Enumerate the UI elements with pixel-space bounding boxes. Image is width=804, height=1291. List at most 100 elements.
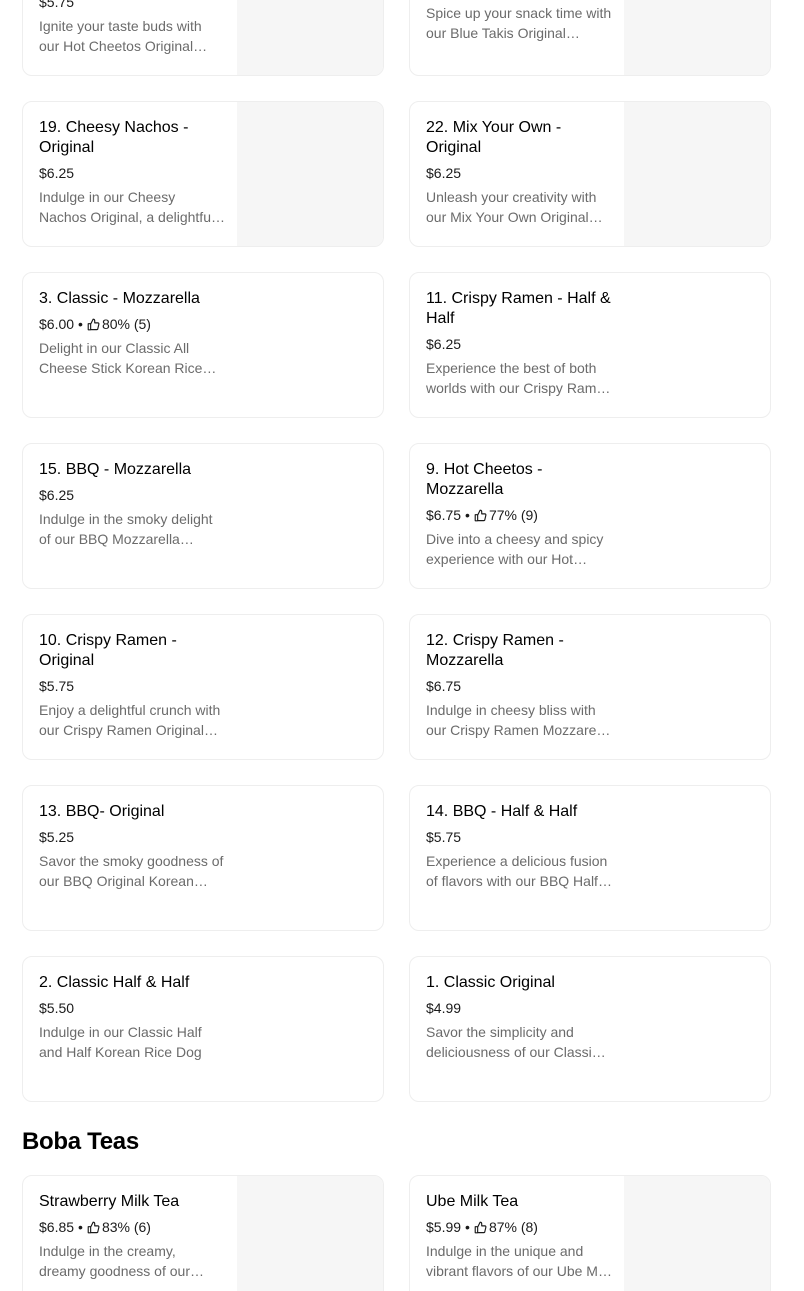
menu-item-price: $6.85 [39, 1219, 75, 1235]
menu-item-description: Ignite your taste buds with our Hot Chee… [39, 18, 202, 54]
menu-item-meta: $5.25 [39, 827, 225, 847]
menu-item-card[interactable]: 22. Mix Your Own - Original $6.25 Unleash … [409, 101, 771, 247]
menu-item-price: $6.25 [426, 165, 462, 181]
menu-item-meta: $6.25 [39, 163, 225, 183]
menu-item-card[interactable]: 3. Classic - Mozzarella $6.00 • 80% (5) Deli… [22, 272, 384, 418]
menu-item-image [237, 102, 383, 246]
menu-item-meta: $5.75 [426, 827, 612, 847]
menu-item-name: 11. Crispy Ramen - Half & Half [426, 290, 611, 327]
menu-item-description: Dive into a cheesy and spicy experience … [426, 531, 604, 567]
menu-item-info: 2. Classic Half & Half $5.50 Indulge in ou… [39, 973, 225, 1062]
menu-item-rating: 87% (8) [488, 1219, 538, 1235]
separator-dot: • [465, 507, 470, 523]
menu-item-rating: 80% (5) [101, 316, 151, 332]
menu-item-name: Strawberry Milk Tea [39, 1193, 180, 1210]
menu-item-price: $5.75 [39, 678, 75, 694]
menu-item-info: 22. Mix Your Own - Original $6.25 Unleash … [426, 118, 612, 227]
menu-item-rating: 83% (6) [101, 1219, 151, 1235]
menu-item-info: Strawberry Milk Tea $6.85 • 83% (6) Indulge … [39, 1192, 225, 1281]
menu-item-price: $6.00 [39, 316, 75, 332]
menu-item-meta: $5.99 • 87% (8) [426, 1217, 612, 1237]
menu-item-name: 12. Crispy Ramen - Mozzarella [426, 632, 564, 669]
menu-item-card[interactable]: 12. Crispy Ramen - Mozzarella $6.75 Indulg… [409, 614, 771, 760]
menu-item-info: 14. BBQ - Half & Half $5.75 Experience a d… [426, 802, 612, 891]
menu-item-description: Experience a delicious fusion of flavors… [426, 853, 612, 889]
menu-item-price: $5.50 [39, 1000, 75, 1016]
menu-item-card[interactable]: 15. BBQ - Mozzarella $6.25 Indulge in the … [22, 443, 384, 589]
menu-grid-boba-teas: Strawberry Milk Tea $6.85 • 83% (6) Indulge … [22, 1175, 772, 1291]
menu-item-meta: $4.99 [426, 998, 612, 1018]
menu-item-description: Indulge in cheesy bliss with our Crispy … [426, 702, 611, 738]
menu-item-description: Indulge in the smoky delight of our BBQ … [39, 511, 213, 547]
separator-dot: • [78, 316, 83, 332]
menu-item-info: Spice up your snack time with our Blue T… [426, 3, 612, 43]
menu-item-info: 19. Cheesy Nachos - Original $6.25 Indulge… [39, 118, 225, 227]
menu-item-description: Indulge in the creamy, dreamy goodness o… [39, 1243, 190, 1279]
menu-item-price: $6.75 [426, 678, 462, 694]
menu-item-meta: $6.25 [426, 334, 612, 354]
menu-item-card[interactable]: Ube Milk Tea $5.99 • 87% (8) Indulge in the … [409, 1175, 771, 1291]
menu-item-description: Spice up your snack time with our Blue T… [426, 5, 612, 41]
menu-item-image [237, 0, 383, 75]
menu-item-card[interactable]: 10. Crispy Ramen - Original $5.75 Enjoy a … [22, 614, 384, 760]
menu-item-card[interactable]: Spice up your snack time with our Blue T… [409, 0, 771, 76]
menu-item-description: Enjoy a delightful crunch with our Crisp… [39, 702, 221, 738]
menu-item-name: 15. BBQ - Mozzarella [39, 461, 192, 478]
menu-item-card[interactable]: $5.75 Ignite your taste buds with our Hot… [22, 0, 384, 76]
menu-item-price: $5.75 [39, 0, 75, 10]
menu-item-meta: $6.25 [39, 485, 225, 505]
thumbs-up-icon [474, 509, 487, 521]
menu-item-name: 2. Classic Half & Half [39, 974, 190, 991]
menu-item-card[interactable]: 1. Classic Original $4.99 Savor the simpli… [409, 956, 771, 1102]
menu-item-info: 3. Classic - Mozzarella $6.00 • 80% (5) Deli… [39, 289, 225, 378]
menu-item-price: $6.25 [39, 487, 75, 503]
menu-item-name: Ube Milk Tea [426, 1193, 519, 1210]
thumbs-up-icon [474, 1221, 487, 1233]
menu-item-description: Delight in our Classic All Cheese Stick … [39, 340, 203, 376]
menu-item-card[interactable]: 14. BBQ - Half & Half $5.75 Experience a d… [409, 785, 771, 931]
menu-item-name: 10. Crispy Ramen - Original [39, 632, 177, 669]
menu-item-description: Indulge in our Classic Half and Half Kor… [39, 1024, 202, 1060]
menu-item-card[interactable]: 9. Hot Cheetos - Mozzarella $6.75 • 77% (9)… [409, 443, 771, 589]
menu-item-meta: $6.75 • 77% (9) [426, 505, 612, 525]
menu-item-info: 9. Hot Cheetos - Mozzarella $6.75 • 77% (9)… [426, 460, 612, 569]
menu-item-meta: $6.00 • 80% (5) [39, 314, 225, 334]
menu-item-name: 14. BBQ - Half & Half [426, 803, 578, 820]
menu-item-meta: $6.25 [426, 163, 612, 183]
menu-item-meta: $6.85 • 83% (6) [39, 1217, 225, 1237]
menu-item-meta: $5.75 [39, 676, 225, 696]
menu-item-card[interactable]: 19. Cheesy Nachos - Original $6.25 Indulge… [22, 101, 384, 247]
menu-item-description: Indulge in the unique and vibrant flavor… [426, 1243, 612, 1279]
menu-item-info: $5.75 Ignite your taste buds with our Hot… [39, 0, 225, 56]
thumbs-up-icon [87, 318, 100, 330]
menu-item-meta: $5.75 [39, 0, 225, 12]
menu-item-name: 1. Classic Original [426, 974, 555, 991]
menu-grid-top: $5.75 Ignite your taste buds with our Hot… [22, 0, 772, 76]
menu-item-info: 13. BBQ- Original $5.25 Savor the smoky go… [39, 802, 225, 891]
menu-item-image [624, 102, 770, 246]
menu-item-name: 3. Classic - Mozzarella [39, 290, 200, 307]
menu-item-description: Unleash your creativity with our Mix You… [426, 189, 597, 225]
menu-item-card[interactable]: 2. Classic Half & Half $5.50 Indulge in ou… [22, 956, 384, 1102]
menu-item-info: 15. BBQ - Mozzarella $6.25 Indulge in the … [39, 460, 225, 549]
menu-item-name: 19. Cheesy Nachos - Original [39, 119, 189, 156]
menu-item-card[interactable]: 11. Crispy Ramen - Half & Half $6.25 Exper… [409, 272, 771, 418]
menu-item-price: $6.25 [426, 336, 462, 352]
menu-item-image [624, 1176, 770, 1291]
menu-item-description: Experience the best of both worlds with … [426, 360, 612, 396]
separator-dot: • [78, 1219, 83, 1235]
menu-item-card[interactable]: 13. BBQ- Original $5.25 Savor the smoky go… [22, 785, 384, 931]
menu-item-info: 11. Crispy Ramen - Half & Half $6.25 Exper… [426, 289, 612, 398]
menu-item-name: 22. Mix Your Own - Original [426, 119, 562, 156]
menu-item-image [237, 1176, 383, 1291]
menu-item-info: 12. Crispy Ramen - Mozzarella $6.75 Indulg… [426, 631, 612, 740]
thumbs-up-icon [87, 1221, 100, 1233]
menu-item-price: $6.75 [426, 507, 462, 523]
menu-item-price: $6.25 [39, 165, 75, 181]
menu-item-meta: $6.75 [426, 676, 612, 696]
menu-item-price: $5.75 [426, 829, 462, 845]
menu-item-price: $5.99 [426, 1219, 462, 1235]
menu-item-card[interactable]: Strawberry Milk Tea $6.85 • 83% (6) Indulge … [22, 1175, 384, 1291]
menu-item-name: 9. Hot Cheetos - Mozzarella [426, 461, 543, 498]
menu-item-description: Savor the simplicity and deliciousness o… [426, 1024, 599, 1060]
